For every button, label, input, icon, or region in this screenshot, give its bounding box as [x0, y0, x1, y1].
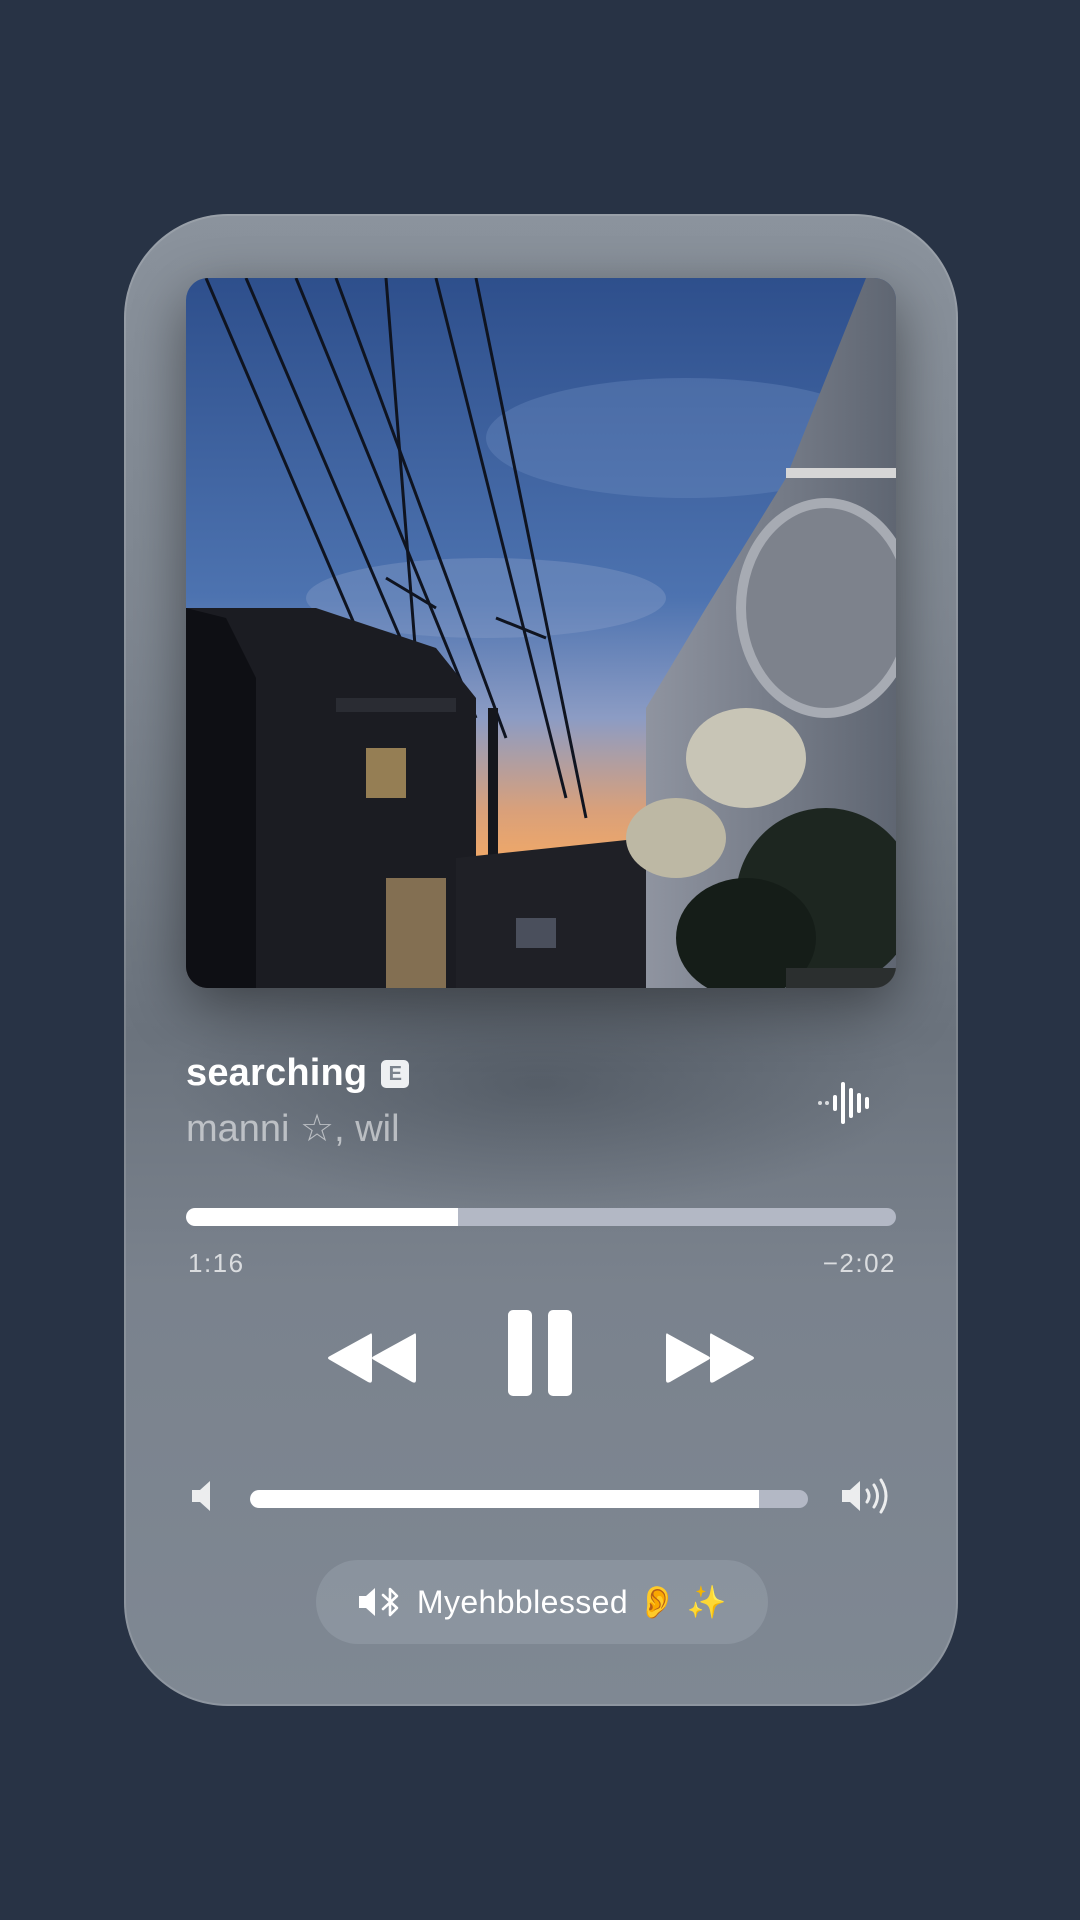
volume-fill	[250, 1490, 760, 1508]
now-playing-card: searching E manni ☆, wil 1:16 −2:02 Myeh…	[124, 214, 958, 1706]
track-artist[interactable]: manni ☆, wil	[186, 1106, 400, 1151]
explicit-badge: E	[381, 1059, 410, 1088]
speaker-low-icon	[188, 1478, 216, 1514]
remaining-time: −2:02	[822, 1248, 896, 1278]
output-device-name: Myehbblessed 👂 ✨	[416, 1584, 728, 1620]
playback-progress-fill	[186, 1208, 458, 1226]
fast-forward-button[interactable]	[664, 1328, 760, 1388]
rewind-icon	[328, 1333, 416, 1383]
waveform-icon[interactable]	[816, 1078, 876, 1128]
track-title[interactable]: searching	[186, 1052, 367, 1095]
speaker-high-icon	[840, 1478, 896, 1514]
album-artwork[interactable]	[186, 278, 896, 988]
speaker-bluetooth-icon	[358, 1587, 399, 1617]
pause-button[interactable]	[506, 1308, 574, 1398]
volume-slider[interactable]	[250, 1490, 808, 1508]
pause-icon	[508, 1310, 572, 1396]
fast-forward-icon	[666, 1333, 754, 1383]
elapsed-time: 1:16	[188, 1248, 245, 1278]
playback-scrubber[interactable]	[186, 1208, 896, 1226]
track-title-row: searching E	[186, 1052, 410, 1095]
transport-controls	[124, 1308, 958, 1408]
audio-output-button[interactable]: Myehbblessed 👂 ✨	[316, 1560, 768, 1644]
rewind-button[interactable]	[322, 1328, 418, 1388]
